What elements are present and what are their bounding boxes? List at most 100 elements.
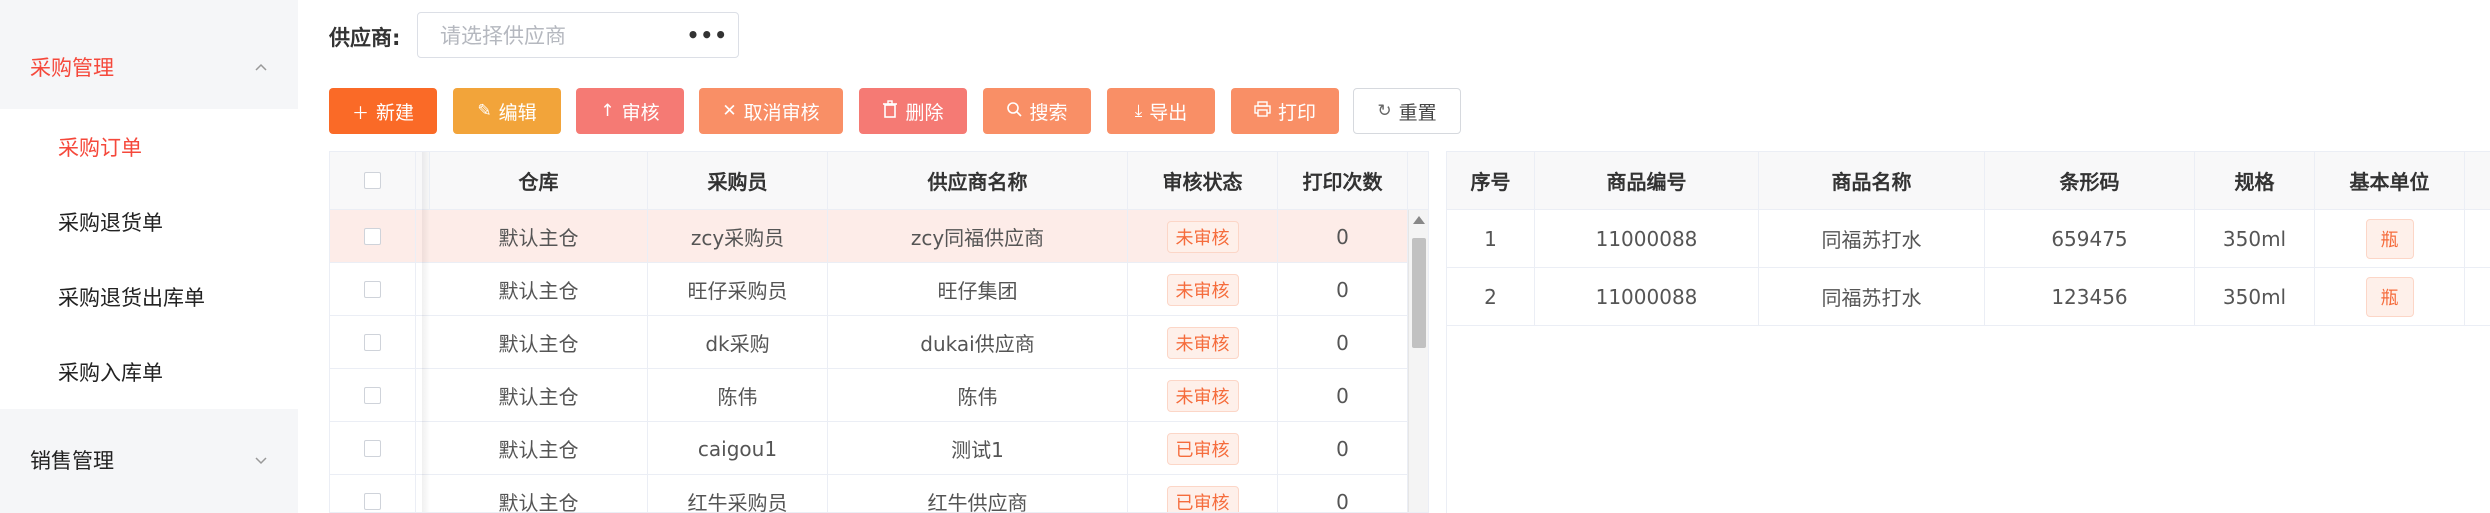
trash-icon [882, 99, 898, 123]
ellipsis-icon[interactable]: ••• [687, 23, 728, 47]
column-header-buyer[interactable]: 采购员 [648, 152, 828, 210]
cell-prints: 0 [1278, 369, 1408, 422]
cell-prints: 0 [1278, 422, 1408, 475]
vertical-scrollbar[interactable] [1408, 210, 1428, 512]
table-row[interactable]: 默认主仓 caigou1 测试1 已审核 0 [330, 422, 1408, 475]
cell-supplier: zcy同福供应商 [828, 210, 1128, 263]
edit-icon: ✎ [477, 101, 492, 121]
row-checkbox[interactable] [364, 440, 381, 457]
cell-warehouse: 默认主仓 [430, 210, 648, 263]
sidebar-item-label: 采购退货单 [58, 210, 163, 235]
button-label: 编辑 [498, 101, 537, 124]
cell-barcode: 659475 [1985, 210, 2195, 267]
cell-prints: 0 [1278, 210, 1408, 263]
orders-table: 仓库 采购员 供应商名称 审核状态 打印次数 默认主仓 zcy采购员 zcy同福… [329, 151, 1429, 513]
cell-buyer: zcy采购员 [648, 210, 828, 263]
cell-spec: 350ml [2195, 268, 2315, 325]
table-row[interactable]: 2 11000088 同福苏打水 123456 350ml 瓶 [1447, 268, 2490, 326]
menu-group-purchase[interactable]: 采购管理 [0, 16, 298, 117]
row-checkbox[interactable] [364, 281, 381, 298]
cell-prints: 0 [1278, 263, 1408, 316]
column-header-status[interactable]: 审核状态 [1128, 152, 1278, 210]
cell-supplier: dukai供应商 [828, 316, 1128, 369]
search-button[interactable]: 搜索 [983, 88, 1091, 134]
sidebar-item-purchase-return-outbound[interactable]: 采购退货出库单 [0, 259, 298, 334]
table-row[interactable]: 1 11000088 同福苏打水 659475 350ml 瓶 [1447, 210, 2490, 268]
column-header-warehouse[interactable]: 仓库 [430, 152, 648, 210]
arrow-up-icon: ↑ [600, 101, 615, 121]
status-badge: 未审核 [1166, 326, 1239, 359]
cell-warehouse: 默认主仓 [430, 369, 648, 422]
select-all-checkbox[interactable] [364, 172, 381, 189]
column-header-unit[interactable]: 基本单位 [2315, 152, 2465, 210]
column-header-barcode[interactable]: 条形码 [1985, 152, 2195, 210]
button-label: 新建 [375, 101, 414, 124]
row-checkbox[interactable] [364, 387, 381, 404]
column-header-supplier[interactable]: 供应商名称 [828, 152, 1128, 210]
cell-code: 11000088 [1535, 268, 1759, 325]
button-label: 删除 [905, 101, 944, 124]
row-checkbox[interactable] [364, 334, 381, 351]
column-header-prints[interactable]: 打印次数 [1278, 152, 1408, 210]
column-header-no[interactable]: 序号 [1447, 152, 1535, 210]
button-label: 重置 [1398, 101, 1437, 124]
new-button[interactable]: ＋ 新建 [329, 88, 437, 134]
cancel-approve-button[interactable]: ✕ 取消审核 [699, 88, 843, 134]
status-badge: 已审核 [1166, 432, 1239, 465]
approve-button[interactable]: ↑ 审核 [576, 88, 684, 134]
table-row[interactable]: 默认主仓 红牛采购员 红牛供应商 已审核 0 [330, 475, 1408, 512]
status-badge: 已审核 [1166, 485, 1239, 512]
cell-buyer: 陈伟 [648, 369, 828, 422]
chevron-up-icon [254, 60, 268, 74]
cell-prints: 0 [1278, 475, 1408, 512]
status-badge: 未审核 [1166, 220, 1239, 253]
cell-code: 11000088 [1535, 210, 1759, 267]
cell-supplier: 红牛供应商 [828, 475, 1128, 512]
unit-badge: 瓶 [2365, 218, 2414, 259]
sidebar-item-purchase-inbound[interactable]: 采购入库单 [0, 334, 298, 409]
cell-warehouse: 默认主仓 [430, 316, 648, 369]
cell-warehouse: 默认主仓 [430, 422, 648, 475]
delete-button[interactable]: 删除 [859, 88, 967, 134]
table-row[interactable]: 默认主仓 zcy采购员 zcy同福供应商 未审核 0 [330, 210, 1408, 263]
fixed-column-shadow [422, 152, 430, 512]
supplier-label: 供应商: [329, 26, 401, 50]
column-header-spec[interactable]: 规格 [2195, 152, 2315, 210]
supplier-select[interactable]: 请选择供应商 ••• [417, 12, 739, 58]
column-header-overflow [2465, 152, 2490, 210]
cell-buyer: 旺仔采购员 [648, 263, 828, 316]
cell-name: 同福苏打水 [1759, 268, 1985, 325]
cell-name: 同福苏打水 [1759, 210, 1985, 267]
cell-warehouse: 默认主仓 [430, 263, 648, 316]
table-row[interactable]: 默认主仓 旺仔采购员 旺仔集团 未审核 0 [330, 263, 1408, 316]
row-checkbox[interactable] [364, 493, 381, 510]
sidebar-item-purchase-order[interactable]: 采购订单 [0, 109, 298, 184]
download-icon: ⤓ [1134, 101, 1143, 121]
scrollbar-thumb[interactable] [1412, 238, 1426, 348]
button-label: 导出 [1149, 101, 1188, 124]
column-header-code[interactable]: 商品编号 [1535, 152, 1759, 210]
scrollbar-header-gutter [1408, 152, 1428, 210]
menu-group-label: 采购管理 [30, 55, 114, 80]
edit-button[interactable]: ✎ 编辑 [453, 88, 561, 134]
reset-button[interactable]: ↻ 重置 [1353, 88, 1461, 134]
export-button[interactable]: ⤓ 导出 [1107, 88, 1215, 134]
column-header-name[interactable]: 商品名称 [1759, 152, 1985, 210]
close-icon: ✕ [722, 101, 737, 121]
cell-buyer: caigou1 [648, 422, 828, 475]
refresh-icon: ↻ [1377, 101, 1392, 121]
sidebar-item-purchase-return[interactable]: 采购退货单 [0, 184, 298, 259]
cell-no: 2 [1447, 268, 1535, 325]
menu-group-sales[interactable]: 销售管理 [0, 409, 298, 510]
select-all-header[interactable] [330, 152, 416, 210]
cell-supplier: 旺仔集团 [828, 263, 1128, 316]
scroll-up-arrow-icon[interactable] [1413, 216, 1425, 224]
cell-warehouse: 默认主仓 [430, 475, 648, 512]
supplier-placeholder: 请选择供应商 [440, 24, 566, 48]
table-row[interactable]: 默认主仓 dk采购 dukai供应商 未审核 0 [330, 316, 1408, 369]
row-checkbox[interactable] [364, 228, 381, 245]
sidebar-item-label: 采购订单 [58, 135, 142, 160]
cell-barcode: 123456 [1985, 268, 2195, 325]
print-button[interactable]: 打印 [1231, 88, 1339, 134]
table-row[interactable]: 默认主仓 陈伟 陈伟 未审核 0 [330, 369, 1408, 422]
